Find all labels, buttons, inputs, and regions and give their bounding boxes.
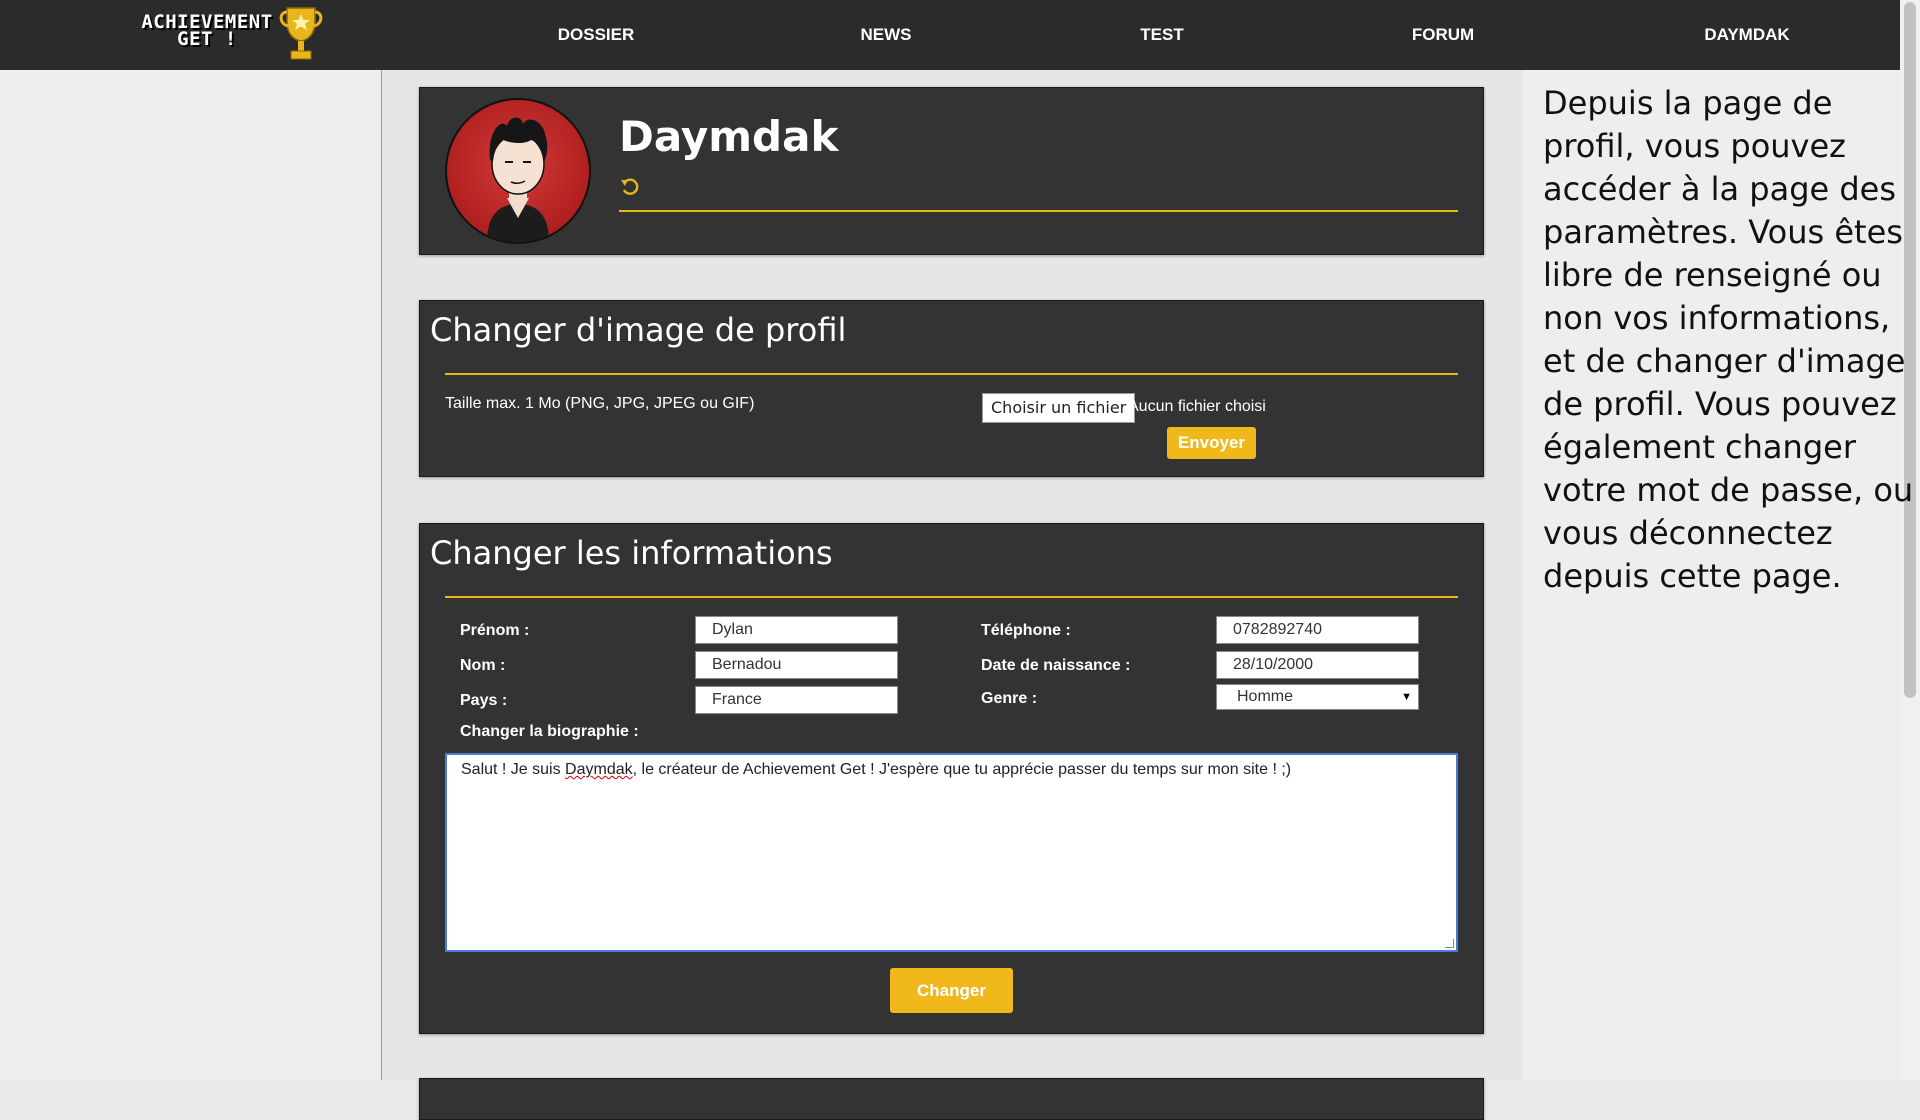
submit-info-button[interactable]: Changer xyxy=(890,968,1013,1013)
header-divider xyxy=(619,210,1458,212)
image-section-divider xyxy=(445,373,1458,375)
next-panel-edge xyxy=(419,1078,1484,1120)
site-logo[interactable]: ACHIEVEMENT GET ! xyxy=(122,6,332,66)
chevron-down-icon: ▼ xyxy=(1401,691,1412,703)
firstname-field[interactable]: Dylan xyxy=(695,616,898,644)
birthdate-label: Date de naissance : xyxy=(981,657,1131,674)
choose-file-button[interactable]: Choisir un fichier xyxy=(982,393,1136,423)
logo-line-2: GET ! xyxy=(177,28,237,50)
nav-link-dossier[interactable]: DOSSIER xyxy=(558,0,635,70)
firstname-label: Prénom : xyxy=(460,622,530,639)
image-size-hint: Taille max. 1 Mo (PNG, JPG, JPEG ou GIF) xyxy=(445,395,755,412)
bio-text-start: Salut ! Je suis xyxy=(461,761,566,778)
country-field[interactable]: France xyxy=(695,686,898,714)
top-navbar: ACHIEVEMENT GET ! DOSSIER NEWS TEST FORU… xyxy=(0,0,1900,71)
textarea-resize-handle[interactable] xyxy=(1445,939,1454,948)
birthdate-field[interactable]: 28/10/2000 xyxy=(1216,651,1419,679)
profile-header-panel: Daymdak xyxy=(419,87,1484,255)
trophy-icon xyxy=(279,7,323,60)
nav-link-news[interactable]: NEWS xyxy=(861,0,912,70)
lastname-label: Nom : xyxy=(460,657,506,674)
bio-text-end: , le créateur de Achievement Get ! J'esp… xyxy=(632,761,1292,778)
biography-textarea[interactable]: Salut ! Je suis Daymdak, le créateur de … xyxy=(445,753,1458,952)
logo-text: ACHIEVEMENT GET ! xyxy=(122,13,292,50)
change-info-panel: Changer les informations Prénom : Dylan … xyxy=(419,523,1484,1034)
bio-misspelled-word: Daymdak xyxy=(565,761,633,778)
profile-username: Daymdak xyxy=(619,112,839,161)
help-text: Depuis la page de profil, vous pouvez ac… xyxy=(1543,84,1914,595)
info-section-divider xyxy=(445,596,1458,598)
gender-select-value: Homme xyxy=(1237,688,1294,705)
send-image-button[interactable]: Envoyer xyxy=(1167,427,1256,459)
gender-label: Genre : xyxy=(981,690,1038,707)
nav-link-test[interactable]: TEST xyxy=(1140,0,1183,70)
no-file-chosen-label: Aucun fichier choisi xyxy=(1128,398,1266,415)
bio-label: Changer la biographie : xyxy=(460,723,639,740)
change-info-title: Changer les informations xyxy=(430,534,833,572)
gender-select[interactable]: Homme ▼ xyxy=(1216,684,1419,710)
help-sidebar: Depuis la page de profil, vous pouvez ac… xyxy=(1523,70,1913,1080)
phone-field[interactable]: 0782892740 xyxy=(1216,616,1419,644)
change-image-panel: Changer d'image de profil Taille max. 1 … xyxy=(419,300,1484,477)
change-image-title: Changer d'image de profil xyxy=(430,311,847,349)
nav-link-user[interactable]: DAYMDAK xyxy=(1704,0,1789,70)
avatar-icon xyxy=(487,117,549,242)
phone-label: Téléphone : xyxy=(981,622,1071,639)
left-margin xyxy=(0,70,381,1080)
country-label: Pays : xyxy=(460,692,508,709)
nav-link-forum[interactable]: FORUM xyxy=(1412,0,1474,70)
lastname-field[interactable]: Bernadou xyxy=(695,651,898,679)
refresh-icon[interactable] xyxy=(619,176,641,198)
avatar xyxy=(445,98,591,244)
